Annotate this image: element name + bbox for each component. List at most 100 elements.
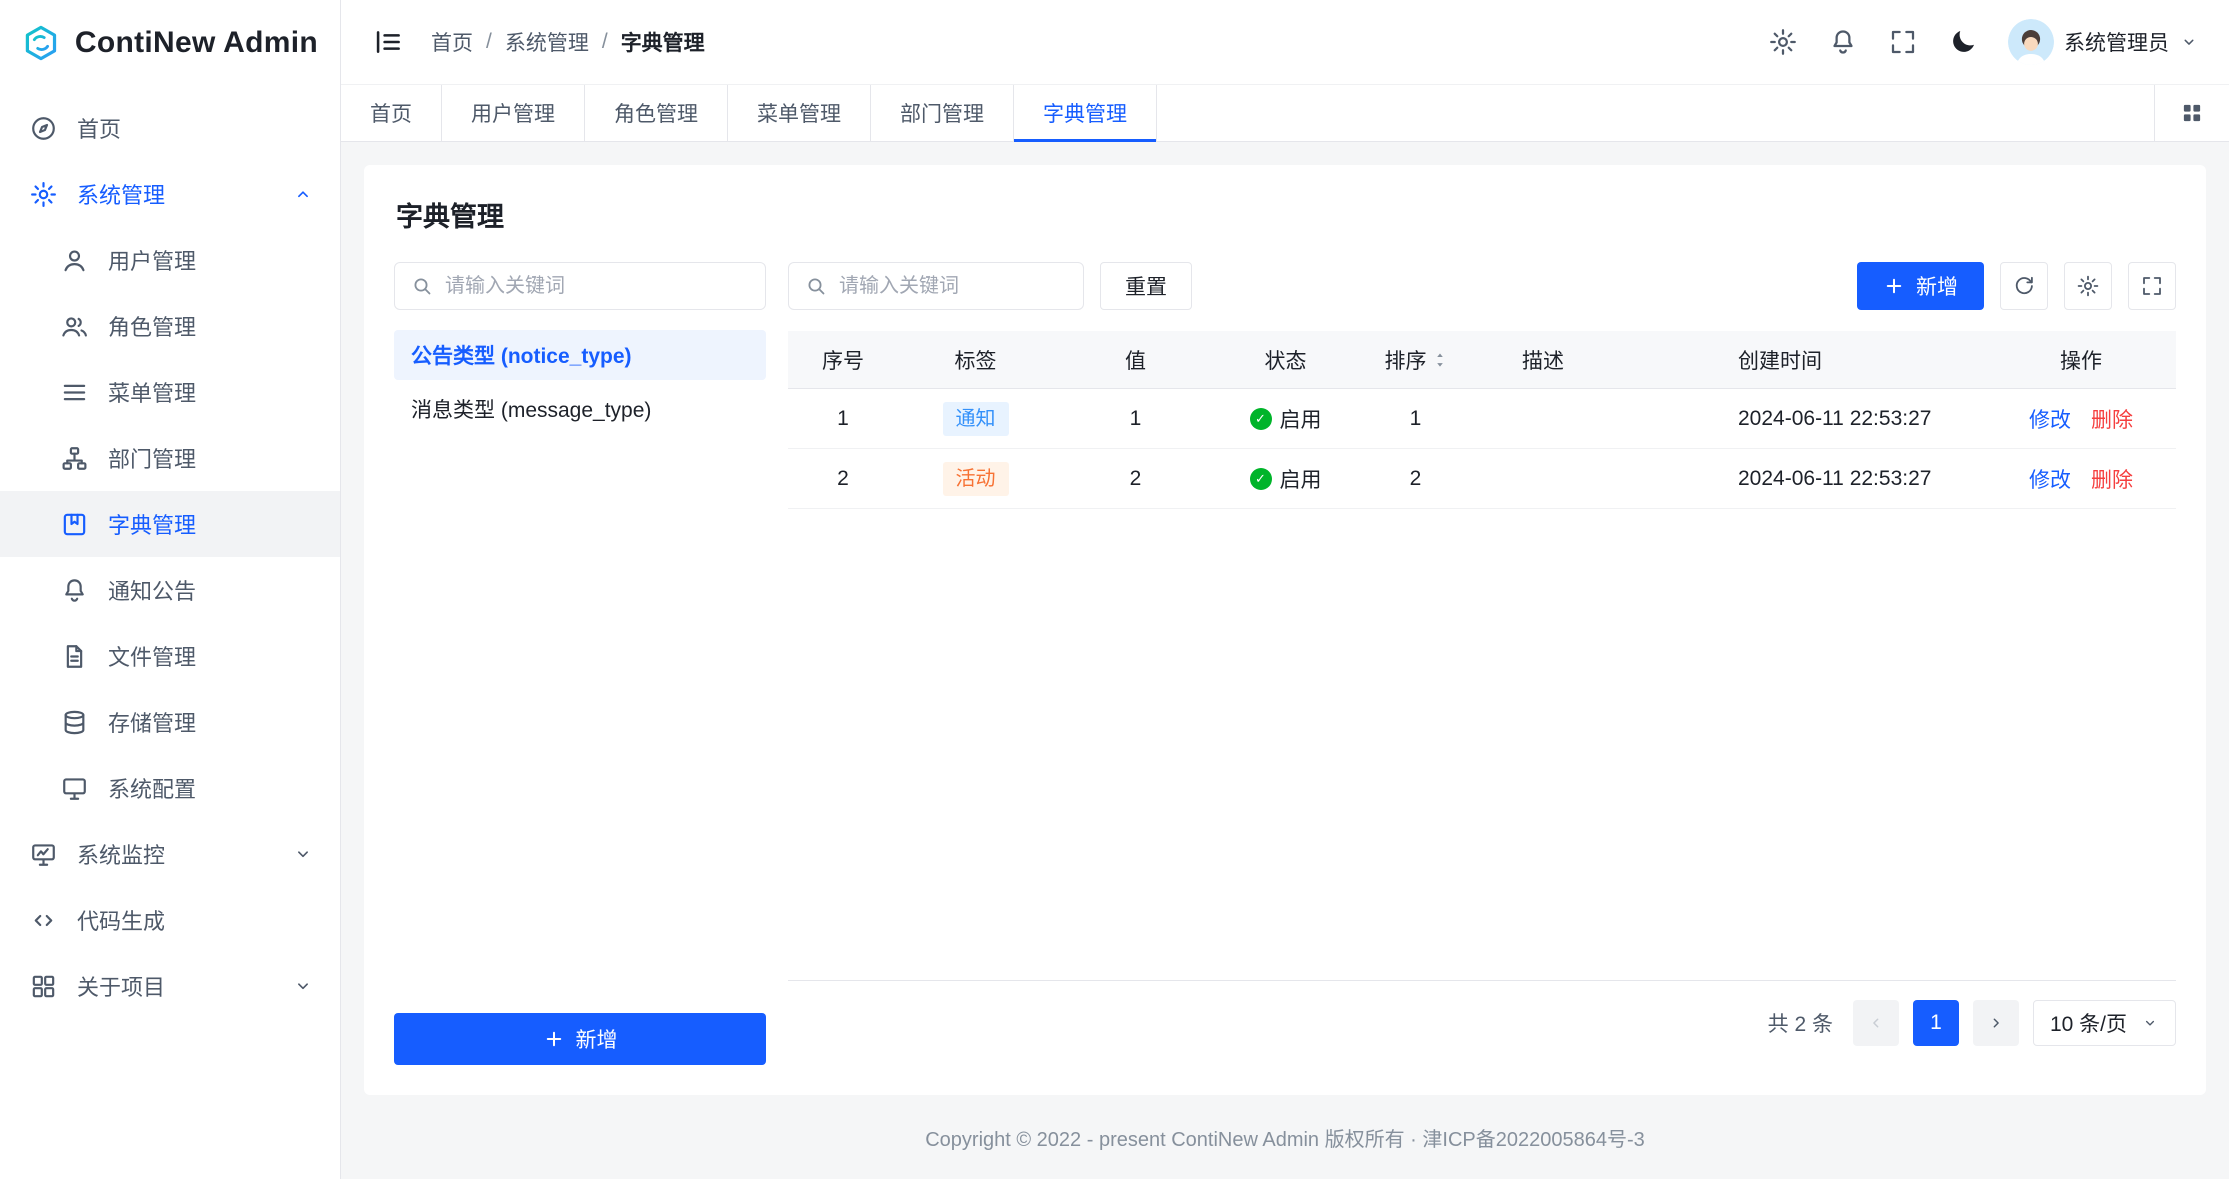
- code-icon: [29, 906, 58, 935]
- col-header-sort-label: 排序: [1385, 345, 1427, 375]
- users-icon: [60, 312, 89, 341]
- tag-badge: 活动: [943, 462, 1009, 496]
- breadcrumb-current: 字典管理: [621, 27, 705, 57]
- sidebar-item-label: 文件管理: [108, 640, 196, 672]
- edit-link[interactable]: 修改: [2029, 464, 2071, 494]
- grid-apps-icon: [2179, 100, 2205, 126]
- sidebar-item-role-mgmt[interactable]: 角色管理: [0, 293, 340, 359]
- sidebar-item-sys-config[interactable]: 系统配置: [0, 755, 340, 821]
- cell-actions: 修改 删除: [1986, 404, 2176, 434]
- user-icon: [60, 246, 89, 275]
- settings-gear-icon[interactable]: [1768, 27, 1798, 57]
- prev-page-button[interactable]: [1853, 1000, 1899, 1046]
- col-header-desc: 描述: [1478, 345, 1608, 375]
- sidebar-item-label: 角色管理: [108, 310, 196, 342]
- sidebar-item-notice[interactable]: 通知公告: [0, 557, 340, 623]
- sidebar-item-label: 部门管理: [108, 442, 196, 474]
- tab-menu-mgmt[interactable]: 菜单管理: [728, 85, 871, 141]
- sidebar-nav: 首页 系统管理 用户管理 角色管理 菜单管理 部门管理 字典管理: [0, 85, 340, 1179]
- dark-mode-moon-icon[interactable]: [1948, 27, 1978, 57]
- next-page-button[interactable]: [1973, 1000, 2019, 1046]
- database-icon: [60, 708, 89, 737]
- sidebar-item-file-mgmt[interactable]: 文件管理: [0, 623, 340, 689]
- sidebar-item-storage-mgmt[interactable]: 存储管理: [0, 689, 340, 755]
- search-icon: [804, 274, 828, 298]
- cell-sort: 2: [1353, 467, 1478, 491]
- username: 系统管理员: [2064, 27, 2169, 57]
- refresh-button[interactable]: [2000, 262, 2048, 310]
- delete-link[interactable]: 删除: [2091, 404, 2133, 434]
- dict-type-add-button[interactable]: 新增: [394, 1013, 766, 1065]
- add-button[interactable]: 新增: [1857, 262, 1984, 310]
- dictionary-icon: [60, 510, 89, 539]
- sidebar-item-user-mgmt[interactable]: 用户管理: [0, 227, 340, 293]
- chevron-down-icon: [2179, 32, 2199, 52]
- search-icon: [410, 274, 434, 298]
- sidebar-item-menu-mgmt[interactable]: 菜单管理: [0, 359, 340, 425]
- tab-user-mgmt[interactable]: 用户管理: [442, 85, 585, 141]
- gear-icon: [29, 180, 58, 209]
- sidebar-item-label: 通知公告: [108, 574, 196, 606]
- col-header-sort[interactable]: 排序: [1353, 345, 1478, 375]
- edit-link[interactable]: 修改: [2029, 404, 2071, 434]
- tab-dict-mgmt[interactable]: 字典管理: [1014, 85, 1157, 141]
- sidebar-item-label: 存储管理: [108, 706, 196, 738]
- monitor-icon: [29, 840, 58, 869]
- user-menu[interactable]: 系统管理员: [2008, 19, 2199, 65]
- collapse-menu-icon[interactable]: [371, 25, 405, 59]
- fullscreen-icon[interactable]: [1888, 27, 1918, 57]
- sidebar-group-system[interactable]: 系统管理: [0, 161, 340, 227]
- col-header-no: 序号: [788, 345, 898, 375]
- org-tree-icon: [60, 444, 89, 473]
- breadcrumb-system[interactable]: 系统管理: [505, 27, 589, 57]
- sidebar-item-home[interactable]: 首页: [0, 95, 340, 161]
- cell-created: 2024-06-11 22:53:27: [1608, 407, 1986, 431]
- add-button-label: 新增: [576, 1024, 618, 1054]
- sort-carets-icon[interactable]: [1433, 349, 1447, 371]
- sidebar-item-dict-mgmt[interactable]: 字典管理: [0, 491, 340, 557]
- sidebar-item-codegen[interactable]: 代码生成: [0, 887, 340, 953]
- breadcrumb-separator: /: [486, 30, 492, 54]
- sidebar-group-monitor[interactable]: 系统监控: [0, 821, 340, 887]
- dict-item-notice-type[interactable]: 公告类型 (notice_type): [394, 330, 766, 380]
- chevron-down-icon: [292, 843, 314, 865]
- cell-actions: 修改 删除: [1986, 464, 2176, 494]
- bell-icon: [60, 576, 89, 605]
- table-row: 1 通知 1 ✓ 启用 1: [788, 389, 2176, 449]
- reset-button[interactable]: 重置: [1100, 262, 1192, 310]
- tab-home[interactable]: 首页: [341, 85, 442, 141]
- copyright-text: Copyright © 2022 - present ContiNew Admi…: [925, 1123, 1645, 1152]
- tab-role-mgmt[interactable]: 角色管理: [585, 85, 728, 141]
- breadcrumb-home[interactable]: 首页: [431, 27, 473, 57]
- sidebar-group-about[interactable]: 关于项目: [0, 953, 340, 1019]
- delete-link[interactable]: 删除: [2091, 464, 2133, 494]
- status-enabled-icon: ✓: [1250, 468, 1272, 490]
- table-search-input[interactable]: [839, 275, 1068, 298]
- dict-search-input[interactable]: [445, 275, 750, 298]
- cell-value: 1: [1053, 407, 1218, 431]
- page-number-button[interactable]: 1: [1913, 1000, 1959, 1046]
- notification-bell-icon[interactable]: [1828, 27, 1858, 57]
- column-settings-button[interactable]: [2064, 262, 2112, 310]
- page-size-select[interactable]: 10 条/页: [2033, 1000, 2176, 1046]
- refresh-icon: [2012, 274, 2036, 298]
- sidebar-item-label: 字典管理: [108, 508, 196, 540]
- sidebar-item-dept-mgmt[interactable]: 部门管理: [0, 425, 340, 491]
- sidebar-item-label: 代码生成: [77, 904, 165, 936]
- compass-icon: [29, 114, 58, 143]
- avatar[interactable]: [2008, 19, 2054, 65]
- grid-icon: [29, 972, 58, 1001]
- dict-item-message-type[interactable]: 消息类型 (message_type): [394, 384, 766, 434]
- breadcrumb: 首页 / 系统管理 / 字典管理: [431, 27, 705, 57]
- dict-table: 序号 标签 值 状态 排序 描述 创建时间 操作: [788, 331, 2176, 981]
- file-icon: [60, 642, 89, 671]
- sidebar: ContiNew Admin 首页 系统管理 用户管理 角色管理 菜单管理 部门…: [0, 0, 341, 1179]
- pagination-total: 共 2 条: [1768, 1008, 1833, 1038]
- table-fullscreen-button[interactable]: [2128, 262, 2176, 310]
- cell-sort: 1: [1353, 407, 1478, 431]
- cell-tag: 活动: [898, 462, 1053, 496]
- tab-dept-mgmt[interactable]: 部门管理: [871, 85, 1014, 141]
- tab-list-menu-button[interactable]: [2154, 85, 2229, 141]
- cell-status: ✓ 启用: [1218, 404, 1353, 434]
- table-toolbar: 重置 新增: [788, 262, 2176, 310]
